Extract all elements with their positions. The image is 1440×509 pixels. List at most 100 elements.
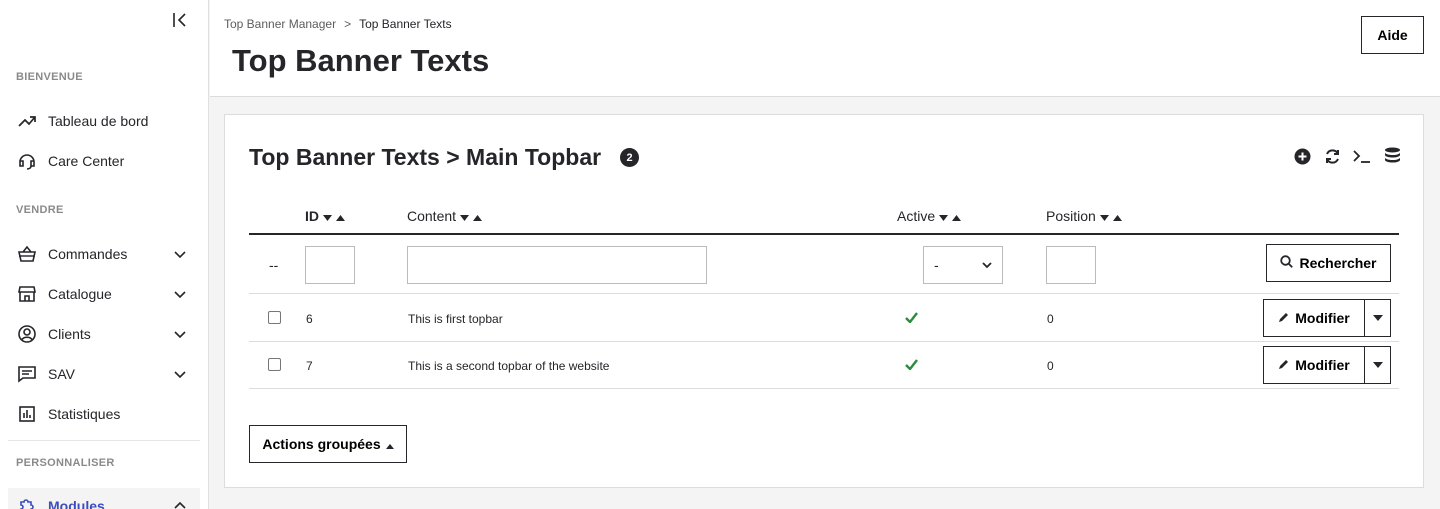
bar-chart-icon xyxy=(16,403,38,425)
row-checkbox[interactable] xyxy=(268,311,281,324)
chevron-down-icon xyxy=(982,257,992,273)
sort-asc-icon[interactable] xyxy=(473,208,483,224)
edit-button[interactable]: Modifier xyxy=(1263,346,1365,384)
filter-row: -- - Rechercher xyxy=(249,235,1399,294)
check-icon xyxy=(905,359,918,373)
check-icon xyxy=(905,312,918,326)
column-header-id[interactable]: ID xyxy=(305,208,345,224)
edit-button-label: Modifier xyxy=(1295,357,1350,373)
section-title-welcome: BIENVENUE xyxy=(16,71,83,83)
chat-icon xyxy=(16,363,38,385)
sidebar-item-stats[interactable]: Statistiques xyxy=(8,396,200,432)
sidebar-item-dashboard[interactable]: Tableau de bord xyxy=(8,103,200,139)
table-row: 7 This is a second topbar of the website… xyxy=(249,342,1399,389)
sidebar-item-catalog[interactable]: Catalogue xyxy=(8,276,200,312)
filter-dashes: -- xyxy=(269,257,279,273)
sort-desc-icon[interactable] xyxy=(460,208,470,224)
terminal-icon[interactable] xyxy=(1353,147,1371,165)
row-checkbox[interactable] xyxy=(268,358,281,371)
sort-desc-icon[interactable] xyxy=(323,208,332,224)
headset-icon xyxy=(16,150,38,172)
breadcrumb-separator: > xyxy=(344,17,352,31)
column-header-position[interactable]: Position xyxy=(1046,208,1122,224)
row-id: 7 xyxy=(306,359,313,373)
sidebar: BIENVENUE Tableau de bord Care Center VE… xyxy=(0,0,209,509)
trending-up-icon xyxy=(16,110,38,132)
edit-button-label: Modifier xyxy=(1295,310,1350,326)
database-icon[interactable] xyxy=(1383,147,1401,165)
position-filter-input[interactable] xyxy=(1046,246,1096,284)
row-content: This is first topbar xyxy=(408,312,503,326)
row-position: 0 xyxy=(1047,312,1054,326)
panel-toolbar xyxy=(1293,147,1401,165)
chevron-up-icon xyxy=(170,496,190,509)
caret-up-icon xyxy=(385,436,394,452)
page-title: Top Banner Texts xyxy=(232,43,490,78)
refresh-icon[interactable] xyxy=(1323,147,1341,165)
pencil-icon xyxy=(1278,310,1290,326)
sidebar-item-customers[interactable]: Clients xyxy=(8,316,200,352)
chevron-down-icon xyxy=(170,364,190,384)
breadcrumb-link[interactable]: Top Banner Manager xyxy=(224,17,336,31)
account-circle-icon xyxy=(16,323,38,345)
sort-desc-icon[interactable] xyxy=(1099,208,1109,224)
sidebar-item-label: Clients xyxy=(48,326,91,342)
sidebar-item-label: SAV xyxy=(48,366,75,382)
sidebar-divider xyxy=(8,440,200,441)
breadcrumb: Top Banner Manager > Top Banner Texts xyxy=(224,17,452,31)
row-id: 6 xyxy=(306,312,313,326)
sidebar-item-care-center[interactable]: Care Center xyxy=(8,143,200,179)
sidebar-item-label: Catalogue xyxy=(48,286,112,302)
sidebar-item-label: Care Center xyxy=(48,153,125,169)
section-title-customize: PERSONNALISER xyxy=(16,457,115,469)
content-filter-input[interactable] xyxy=(407,246,707,284)
column-header-active[interactable]: Active xyxy=(897,208,962,224)
search-icon xyxy=(1280,255,1294,271)
column-header-label: ID xyxy=(305,208,319,224)
section-title-sell: VENDRE xyxy=(16,204,64,216)
help-button[interactable]: Aide xyxy=(1361,16,1424,54)
count-badge: 2 xyxy=(620,148,639,167)
column-header-label: Active xyxy=(897,208,936,224)
search-button[interactable]: Rechercher xyxy=(1266,244,1391,282)
active-filter-value: - xyxy=(934,257,939,273)
puzzle-icon xyxy=(16,495,38,509)
sort-asc-icon[interactable] xyxy=(336,208,345,224)
sidebar-item-label: Commandes xyxy=(48,246,128,262)
search-button-label: Rechercher xyxy=(1299,255,1377,271)
column-header-content[interactable]: Content xyxy=(407,208,483,224)
page-header: Top Banner Manager > Top Banner Texts To… xyxy=(210,0,1440,97)
list-panel: Top Banner Texts > Main Topbar 2 ID Cont… xyxy=(224,114,1424,488)
sidebar-item-modules[interactable]: Modules xyxy=(8,488,200,509)
sort-desc-icon[interactable] xyxy=(939,208,949,224)
sort-asc-icon[interactable] xyxy=(1112,208,1122,224)
bulk-actions-button[interactable]: Actions groupées xyxy=(249,425,407,463)
row-actions: Modifier xyxy=(1263,299,1391,337)
active-filter-select[interactable]: - xyxy=(923,246,1003,284)
add-circle-icon[interactable] xyxy=(1293,147,1311,165)
id-filter-input[interactable] xyxy=(305,246,355,284)
pencil-icon xyxy=(1278,357,1290,373)
caret-down-icon[interactable] xyxy=(1365,346,1391,384)
chevron-down-icon xyxy=(170,284,190,304)
row-actions: Modifier xyxy=(1263,346,1391,384)
sidebar-item-sav[interactable]: SAV xyxy=(8,356,200,392)
edit-button[interactable]: Modifier xyxy=(1263,299,1365,337)
row-content: This is a second topbar of the website xyxy=(408,359,610,373)
table-row: 6 This is first topbar 0 Modifier xyxy=(249,295,1399,342)
sidebar-item-label: Modules xyxy=(48,498,105,509)
sort-asc-icon[interactable] xyxy=(952,208,962,224)
chevron-down-icon xyxy=(170,244,190,264)
chevron-down-icon xyxy=(170,324,190,344)
collapse-sidebar-icon[interactable] xyxy=(170,10,190,30)
caret-down-icon[interactable] xyxy=(1365,299,1391,337)
row-position: 0 xyxy=(1047,359,1054,373)
sidebar-item-orders[interactable]: Commandes xyxy=(8,236,200,272)
breadcrumb-current: Top Banner Texts xyxy=(359,17,452,31)
column-header-label: Content xyxy=(407,208,457,224)
sidebar-item-label: Statistiques xyxy=(48,406,121,422)
panel-title: Top Banner Texts > Main Topbar xyxy=(249,144,602,170)
column-header-label: Position xyxy=(1046,208,1096,224)
bulk-actions-label: Actions groupées xyxy=(262,436,381,452)
store-icon xyxy=(16,283,38,305)
